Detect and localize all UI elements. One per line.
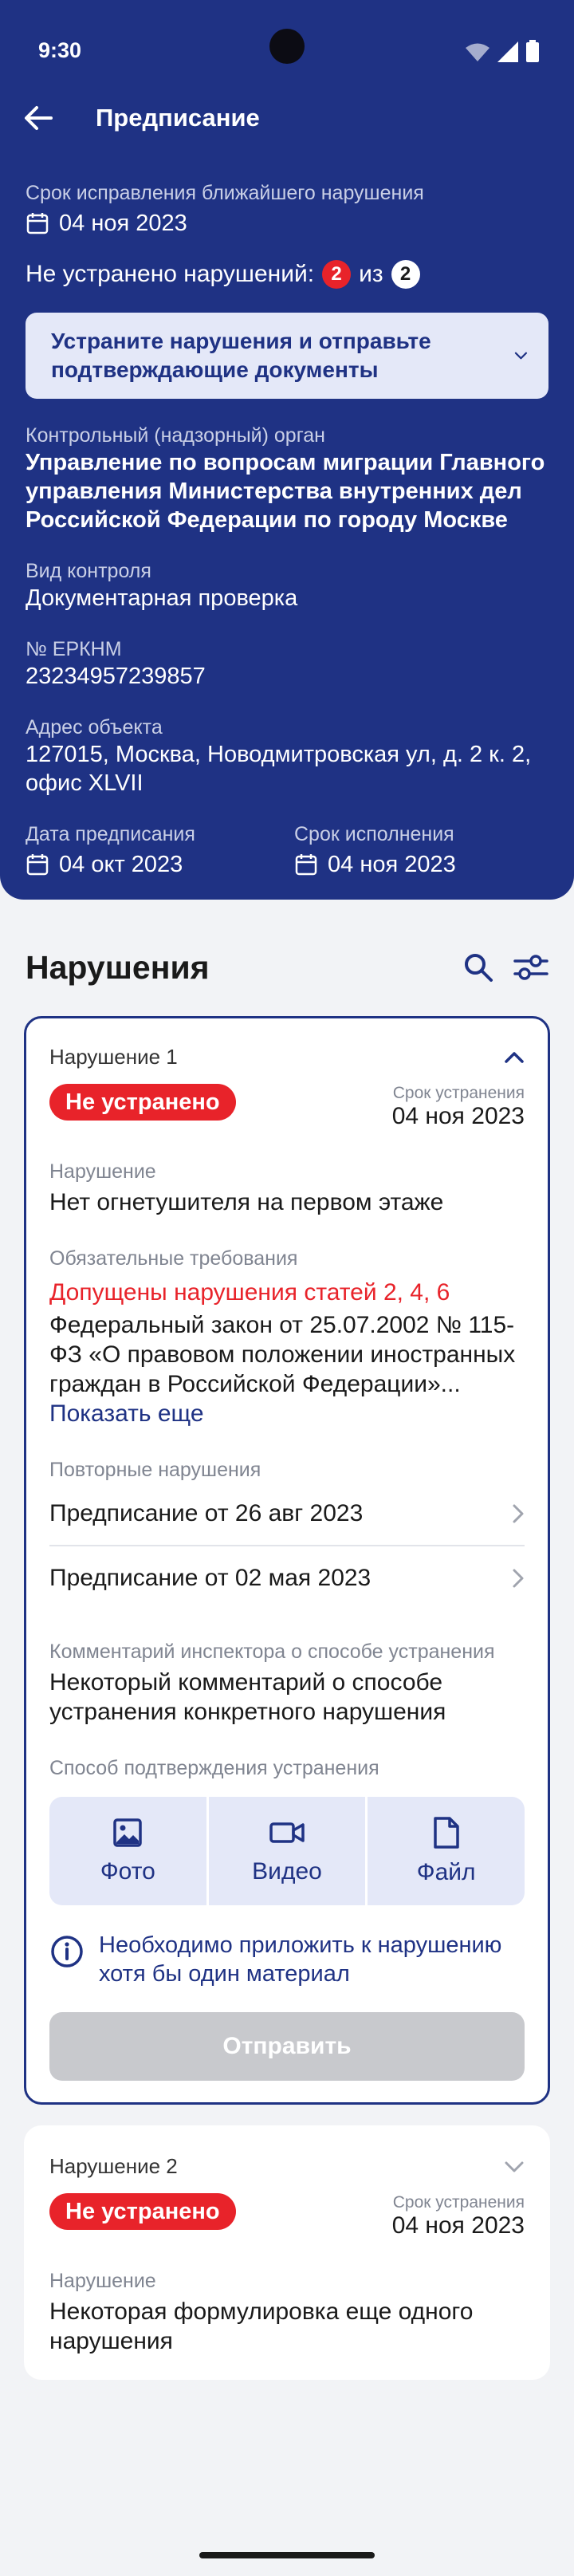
violations-title: Нарушения: [26, 948, 210, 986]
violation-name: Нарушение 1: [49, 1045, 178, 1069]
chevron-right-icon: [513, 1569, 524, 1588]
repeat-item-label: Предписание от 02 мая 2023: [49, 1565, 372, 1591]
info-message: Необходимо приложить к нарушению хотя бы…: [49, 1931, 525, 1988]
send-button[interactable]: Отправить: [49, 2012, 525, 2081]
violation-name: Нарушение 2: [49, 2154, 178, 2178]
calendar-icon: [26, 854, 49, 876]
due-date: 04 ноя 2023: [328, 852, 456, 877]
video-button[interactable]: Видео: [209, 1797, 368, 1905]
erknm-label: № ЕРКНМ: [26, 638, 122, 660]
comment-value: Некоторый комментарий о способе устранен…: [49, 1669, 446, 1725]
chevron-down-icon[interactable]: [504, 2160, 525, 2173]
wifi-icon: [466, 43, 489, 61]
info-icon: [51, 1936, 83, 1967]
address-value: 127015, Москва, Новодмитровская ул, д. 2…: [26, 742, 532, 796]
violation-value: Нет огнетушителя на первом этаже: [49, 1189, 444, 1215]
violation-card-1: Нарушение 1 Не устранено Срок устранения…: [24, 1016, 550, 2105]
chevron-up-icon[interactable]: [504, 1051, 525, 1064]
control-type-value: Документарная проверка: [26, 585, 298, 611]
file-label: Файл: [416, 1859, 476, 1885]
authority-label: Контрольный (надзорный) орган: [26, 424, 325, 447]
photo-label: Фото: [100, 1858, 155, 1885]
status-badge: Не устранено: [49, 2193, 236, 2230]
app-bar: Предписание: [0, 96, 574, 140]
calendar-icon: [26, 213, 49, 234]
search-icon[interactable]: [462, 951, 494, 983]
video-camera-icon: [269, 1822, 305, 1843]
repeat-label: Повторные нарушения: [49, 1459, 261, 1481]
image-icon: [113, 1818, 143, 1847]
due-date-label: Срок исполнения: [294, 823, 454, 845]
home-indicator[interactable]: [199, 2552, 375, 2558]
signal-icon: [497, 41, 518, 62]
card-header[interactable]: Нарушение 2: [49, 2154, 525, 2179]
info-text: Необходимо приложить к нарушению хотя бы…: [99, 1932, 502, 1987]
back-button[interactable]: [21, 100, 56, 136]
violation-value: Некоторая формулировка еще одного наруше…: [49, 2298, 474, 2354]
chevron-right-icon: [513, 1504, 524, 1523]
repeat-item[interactable]: Предписание от 02 мая 2023: [49, 1546, 525, 1610]
erknm-value: 23234957239857: [26, 664, 206, 689]
header-panel: 9:30 Предписание Срок исправления ближай…: [0, 0, 574, 900]
media-options: Фото Видео Файл: [49, 1797, 525, 1905]
issue-date-label: Дата предписания: [26, 823, 195, 845]
violation-label: Нарушение: [49, 1160, 156, 1183]
confirm-label: Способ подтверждения устранения: [49, 1757, 379, 1779]
video-label: Видео: [252, 1858, 322, 1885]
repeat-item-label: Предписание от 26 авг 2023: [49, 1500, 364, 1526]
page-title: Предписание: [96, 104, 260, 132]
status-badge: Не устранено: [49, 1084, 236, 1121]
action-notice[interactable]: Устраните нарушения и отправьте подтверж…: [26, 313, 548, 399]
authority-value: Управление по вопросам миграции Главного…: [26, 450, 545, 533]
show-more-link[interactable]: Показать еще: [49, 1399, 525, 1428]
deadline-label: Срок устранения: [392, 2193, 525, 2212]
address-label: Адрес объекта: [26, 716, 163, 739]
status-time: 9:30: [38, 38, 82, 62]
violation-label: Нарушение: [49, 2270, 156, 2292]
status-bar: 9:30: [0, 0, 574, 96]
unresolved-text: Не устранено нарушений:: [26, 261, 315, 287]
file-button[interactable]: Файл: [368, 1797, 525, 1905]
total-count-badge: 2: [391, 260, 420, 289]
card-header[interactable]: Нарушение 1: [49, 1045, 525, 1069]
control-type-label: Вид контроля: [26, 560, 151, 582]
arrow-left-icon: [25, 106, 53, 130]
system-icons: [466, 40, 539, 62]
repeat-item[interactable]: Предписание от 26 авг 2023: [49, 1483, 525, 1546]
violation-card-2: Нарушение 2 Не устранено Срок устранения…: [24, 2125, 550, 2380]
comment-label: Комментарий инспектора о способе устране…: [49, 1641, 495, 1663]
nearest-deadline: 04 ноя 2023: [59, 211, 187, 236]
issue-date: 04 окт 2023: [59, 852, 183, 877]
deadline-label: Срок устранения: [392, 1084, 525, 1102]
notice-text: Устраните нарушения и отправьте подтверж…: [51, 329, 431, 382]
camera-cutout: [269, 29, 305, 64]
requirements-highlight: Допущены нарушения статей 2, 4, 6: [49, 1279, 450, 1306]
deadline-value: 04 ноя 2023: [391, 2212, 525, 2239]
unresolved-summary: Не устранено нарушений: 2 из 2: [26, 260, 548, 289]
photo-button[interactable]: Фото: [49, 1797, 209, 1905]
filter-icon[interactable]: [513, 951, 548, 983]
requirements-label: Обязательные требования: [49, 1247, 298, 1270]
deadline-value: 04 ноя 2023: [391, 1103, 525, 1129]
of-text: из: [359, 261, 383, 287]
chevron-down-icon: [514, 352, 528, 360]
battery-icon: [526, 40, 539, 62]
unresolved-count-badge: 2: [322, 260, 352, 289]
file-icon: [433, 1817, 459, 1849]
nearest-deadline-label: Срок исправления ближайшего нарушения: [26, 182, 424, 204]
violations-header: Нарушения: [0, 900, 574, 995]
requirements-text: Федеральный закон от 25.07.2002 № 115-ФЗ…: [49, 1312, 516, 1397]
calendar-icon: [295, 854, 317, 876]
